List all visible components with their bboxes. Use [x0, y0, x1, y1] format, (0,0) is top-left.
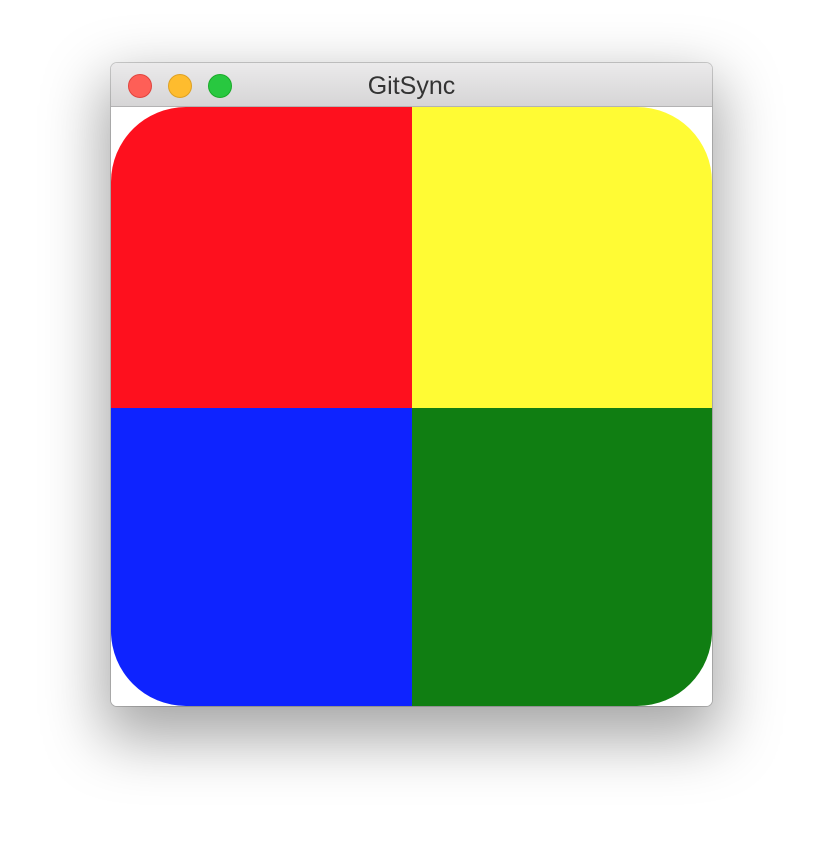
zoom-button[interactable] — [208, 74, 232, 98]
app-window: GitSync — [111, 63, 712, 706]
minimize-button[interactable] — [168, 74, 192, 98]
close-button[interactable] — [128, 74, 152, 98]
red-quadrant — [111, 107, 412, 408]
window-content — [111, 107, 712, 706]
title-bar[interactable]: GitSync — [111, 63, 712, 107]
blue-quadrant — [111, 408, 412, 706]
color-grid — [111, 107, 712, 706]
window-title: GitSync — [367, 72, 456, 100]
yellow-quadrant — [412, 107, 712, 408]
green-quadrant — [412, 408, 712, 706]
